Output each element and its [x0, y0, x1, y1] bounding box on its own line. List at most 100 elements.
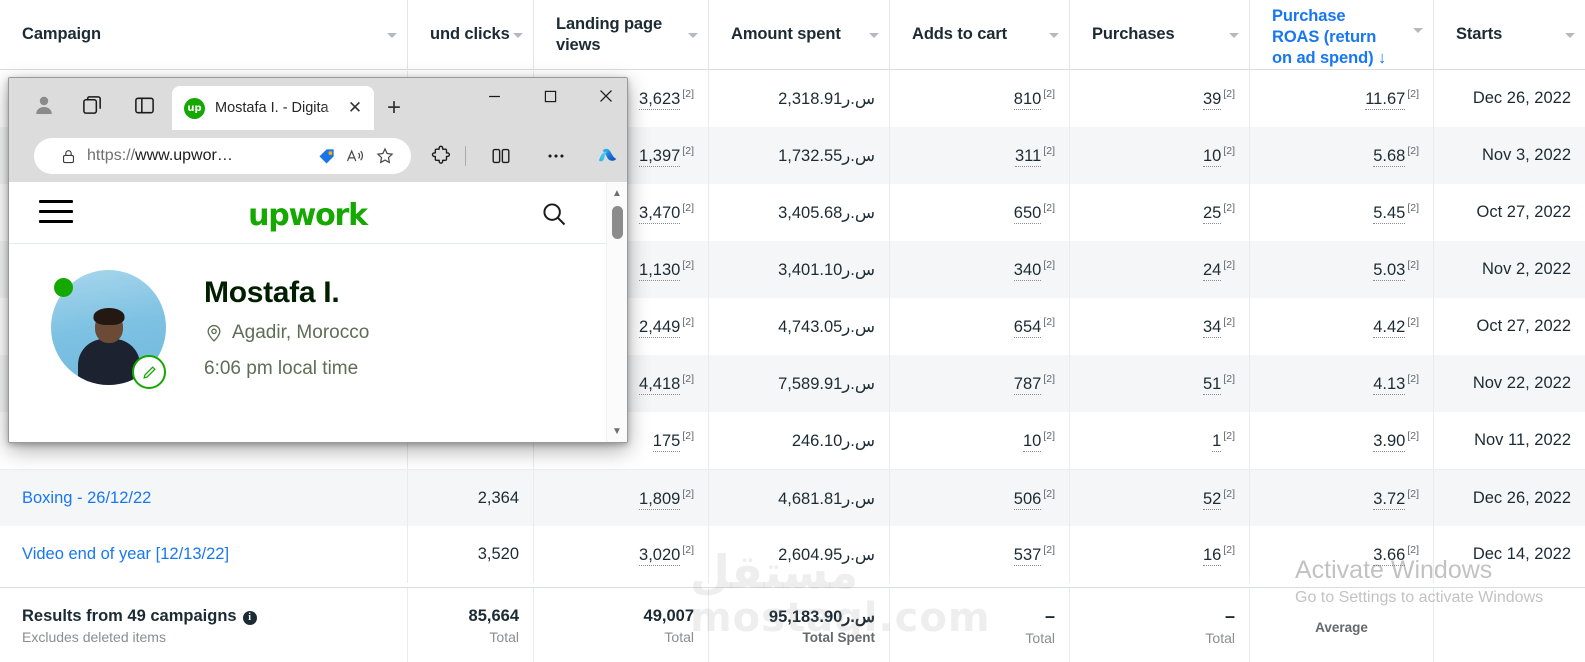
totals-landing-page-views: 49,007 Total [534, 588, 709, 662]
cell-starts: Nov 22, 2022 [1434, 355, 1585, 412]
cell-adds-to-cart: 654[2] [890, 298, 1070, 355]
cell-purchase-roas: 11.67[2] [1250, 70, 1434, 127]
address-bar[interactable]: https://www.upwor… [34, 138, 411, 174]
column-header-label: Campaign [22, 24, 101, 45]
cell-amount-spent: 246.10ر.س [709, 412, 890, 469]
column-header-amount-spent[interactable]: Amount spent [709, 0, 890, 70]
tab-title: Mostafa I. - Digita [215, 100, 344, 116]
online-status-indicator [54, 278, 73, 297]
column-header-starts[interactable]: Starts [1434, 0, 1585, 70]
copilot-icon[interactable] [591, 138, 627, 174]
edit-photo-icon[interactable] [132, 355, 166, 389]
table-row[interactable]: Boxing - 26/12/22 2,364 1,809[2] 4,681.8… [0, 469, 1585, 526]
column-header-label: Purchases [1092, 24, 1175, 45]
chevron-down-icon[interactable] [1413, 28, 1423, 33]
browser-tab-strip: up Mostafa I. - Digita ✕ + [9, 78, 627, 130]
page-viewport: upwork [9, 182, 627, 442]
column-header-purchases[interactable]: Purchases [1070, 0, 1250, 70]
column-header-purchase-roas[interactable]: Purchase ROAS (return on ad spend) ↓ [1250, 0, 1434, 70]
cell-starts: Oct 27, 2022 [1434, 298, 1585, 355]
cell-landing-page-views: 1,809[2] [534, 470, 709, 527]
close-tab-icon[interactable]: ✕ [344, 98, 366, 118]
split-view-icon[interactable] [483, 138, 519, 174]
cell-amount-spent: 2,318.91ر.س [709, 70, 890, 127]
chevron-down-icon[interactable] [1565, 33, 1575, 38]
cell-purchase-roas: 5.03[2] [1250, 241, 1434, 298]
avatar[interactable] [51, 270, 169, 388]
chevron-down-icon[interactable] [688, 33, 698, 38]
totals-amount-spent: 95,183.90ر.س Total Spent [709, 588, 890, 662]
edge-browser-window[interactable]: up Mostafa I. - Digita ✕ + [8, 77, 628, 443]
column-header-landing-page-views[interactable]: Landing page views [534, 0, 709, 70]
cell-amount-spent: 3,405.68ر.س [709, 184, 890, 241]
chevron-down-icon[interactable] [1049, 33, 1059, 38]
cell-purchase-roas: 3.72[2] [1250, 470, 1434, 527]
info-icon[interactable]: i [243, 611, 257, 625]
cell-purchases: 24[2] [1070, 241, 1250, 298]
cell-purchase-roas: 5.68[2] [1250, 127, 1434, 184]
cell-starts: Dec 14, 2022 [1434, 526, 1585, 583]
address-bar-text: https://www.upwor… [87, 147, 317, 165]
totals-purchase-roas: Average [1250, 588, 1434, 662]
avatar-person [78, 311, 140, 385]
cell-purchases: 25[2] [1070, 184, 1250, 241]
cell-adds-to-cart: 810[2] [890, 70, 1070, 127]
profile-location: Agadir, Morocco [204, 322, 369, 344]
totals-summary: Results from 49 campaignsi Excludes dele… [0, 588, 408, 662]
cell-adds-to-cart: 537[2] [890, 526, 1070, 583]
page-scrollbar[interactable]: ▲ ▼ [606, 182, 627, 442]
toolbar-divider [465, 146, 466, 166]
scroll-up-arrow-icon[interactable]: ▲ [607, 184, 627, 202]
scrollbar-thumb[interactable] [612, 206, 623, 239]
upwork-favicon: up [184, 98, 205, 119]
maximize-window-button[interactable] [527, 78, 573, 114]
extensions-icon[interactable] [423, 138, 459, 174]
cell-campaign[interactable]: Boxing - 26/12/22 [0, 470, 408, 527]
cell-adds-to-cart: 10[2] [890, 412, 1070, 469]
cell-starts: Dec 26, 2022 [1434, 70, 1585, 127]
cell-starts: Dec 26, 2022 [1434, 470, 1585, 527]
location-pin-icon [204, 322, 224, 344]
cell-purchases: 51[2] [1070, 355, 1250, 412]
browser-tab[interactable]: up Mostafa I. - Digita ✕ [172, 86, 374, 130]
chevron-down-icon[interactable] [1229, 33, 1239, 38]
cell-purchase-roas: 4.13[2] [1250, 355, 1434, 412]
cell-purchase-roas: 3.66[2] [1250, 526, 1434, 583]
column-header-clicks[interactable]: und clicks [408, 0, 534, 70]
favorites-star-icon[interactable] [375, 146, 395, 166]
close-window-button[interactable] [583, 78, 628, 114]
settings-and-more-icon[interactable] [538, 138, 574, 174]
split-screen-icon[interactable] [131, 92, 157, 118]
read-aloud-icon[interactable] [345, 146, 365, 166]
column-header-label: Adds to cart [912, 24, 1007, 45]
column-header-adds-to-cart[interactable]: Adds to cart [890, 0, 1070, 70]
chevron-down-icon[interactable] [869, 33, 879, 38]
cell-adds-to-cart: 787[2] [890, 355, 1070, 412]
tab-collections-icon[interactable] [79, 92, 105, 118]
cell-purchases: 39[2] [1070, 70, 1250, 127]
cell-purchase-roas: 5.45[2] [1250, 184, 1434, 241]
search-icon[interactable] [540, 200, 568, 228]
cell-clicks: 3,520 [408, 526, 534, 583]
cell-amount-spent: 1,732.55ر.س [709, 127, 890, 184]
column-header-label: Landing page views [556, 14, 676, 56]
totals-starts [1434, 588, 1585, 662]
column-header-label: Amount spent [731, 24, 841, 45]
minimize-window-button[interactable] [471, 78, 517, 114]
new-tab-button[interactable]: + [381, 97, 407, 121]
cell-campaign[interactable]: Video end of year [12/13/22] [0, 526, 408, 583]
scroll-down-arrow-icon[interactable]: ▼ [607, 422, 627, 440]
chevron-down-icon[interactable] [513, 33, 523, 38]
cell-purchases: 1[2] [1070, 412, 1250, 469]
browser-toolbar: https://www.upwor… [9, 130, 627, 182]
cell-purchase-roas: 4.42[2] [1250, 298, 1434, 355]
table-row[interactable]: Video end of year [12/13/22] 3,520 3,020… [0, 526, 1585, 583]
cell-starts: Nov 2, 2022 [1434, 241, 1585, 298]
cell-purchases: 16[2] [1070, 526, 1250, 583]
chevron-down-icon[interactable] [387, 33, 397, 38]
column-header-campaign[interactable]: Campaign [0, 0, 408, 70]
column-header-label: Purchase ROAS (return on ad spend) ↓ [1272, 6, 1397, 69]
cell-amount-spent: 2,604.95ر.س [709, 526, 890, 583]
shopping-tag-icon[interactable] [317, 146, 337, 166]
profile-avatar-icon[interactable] [31, 92, 57, 118]
